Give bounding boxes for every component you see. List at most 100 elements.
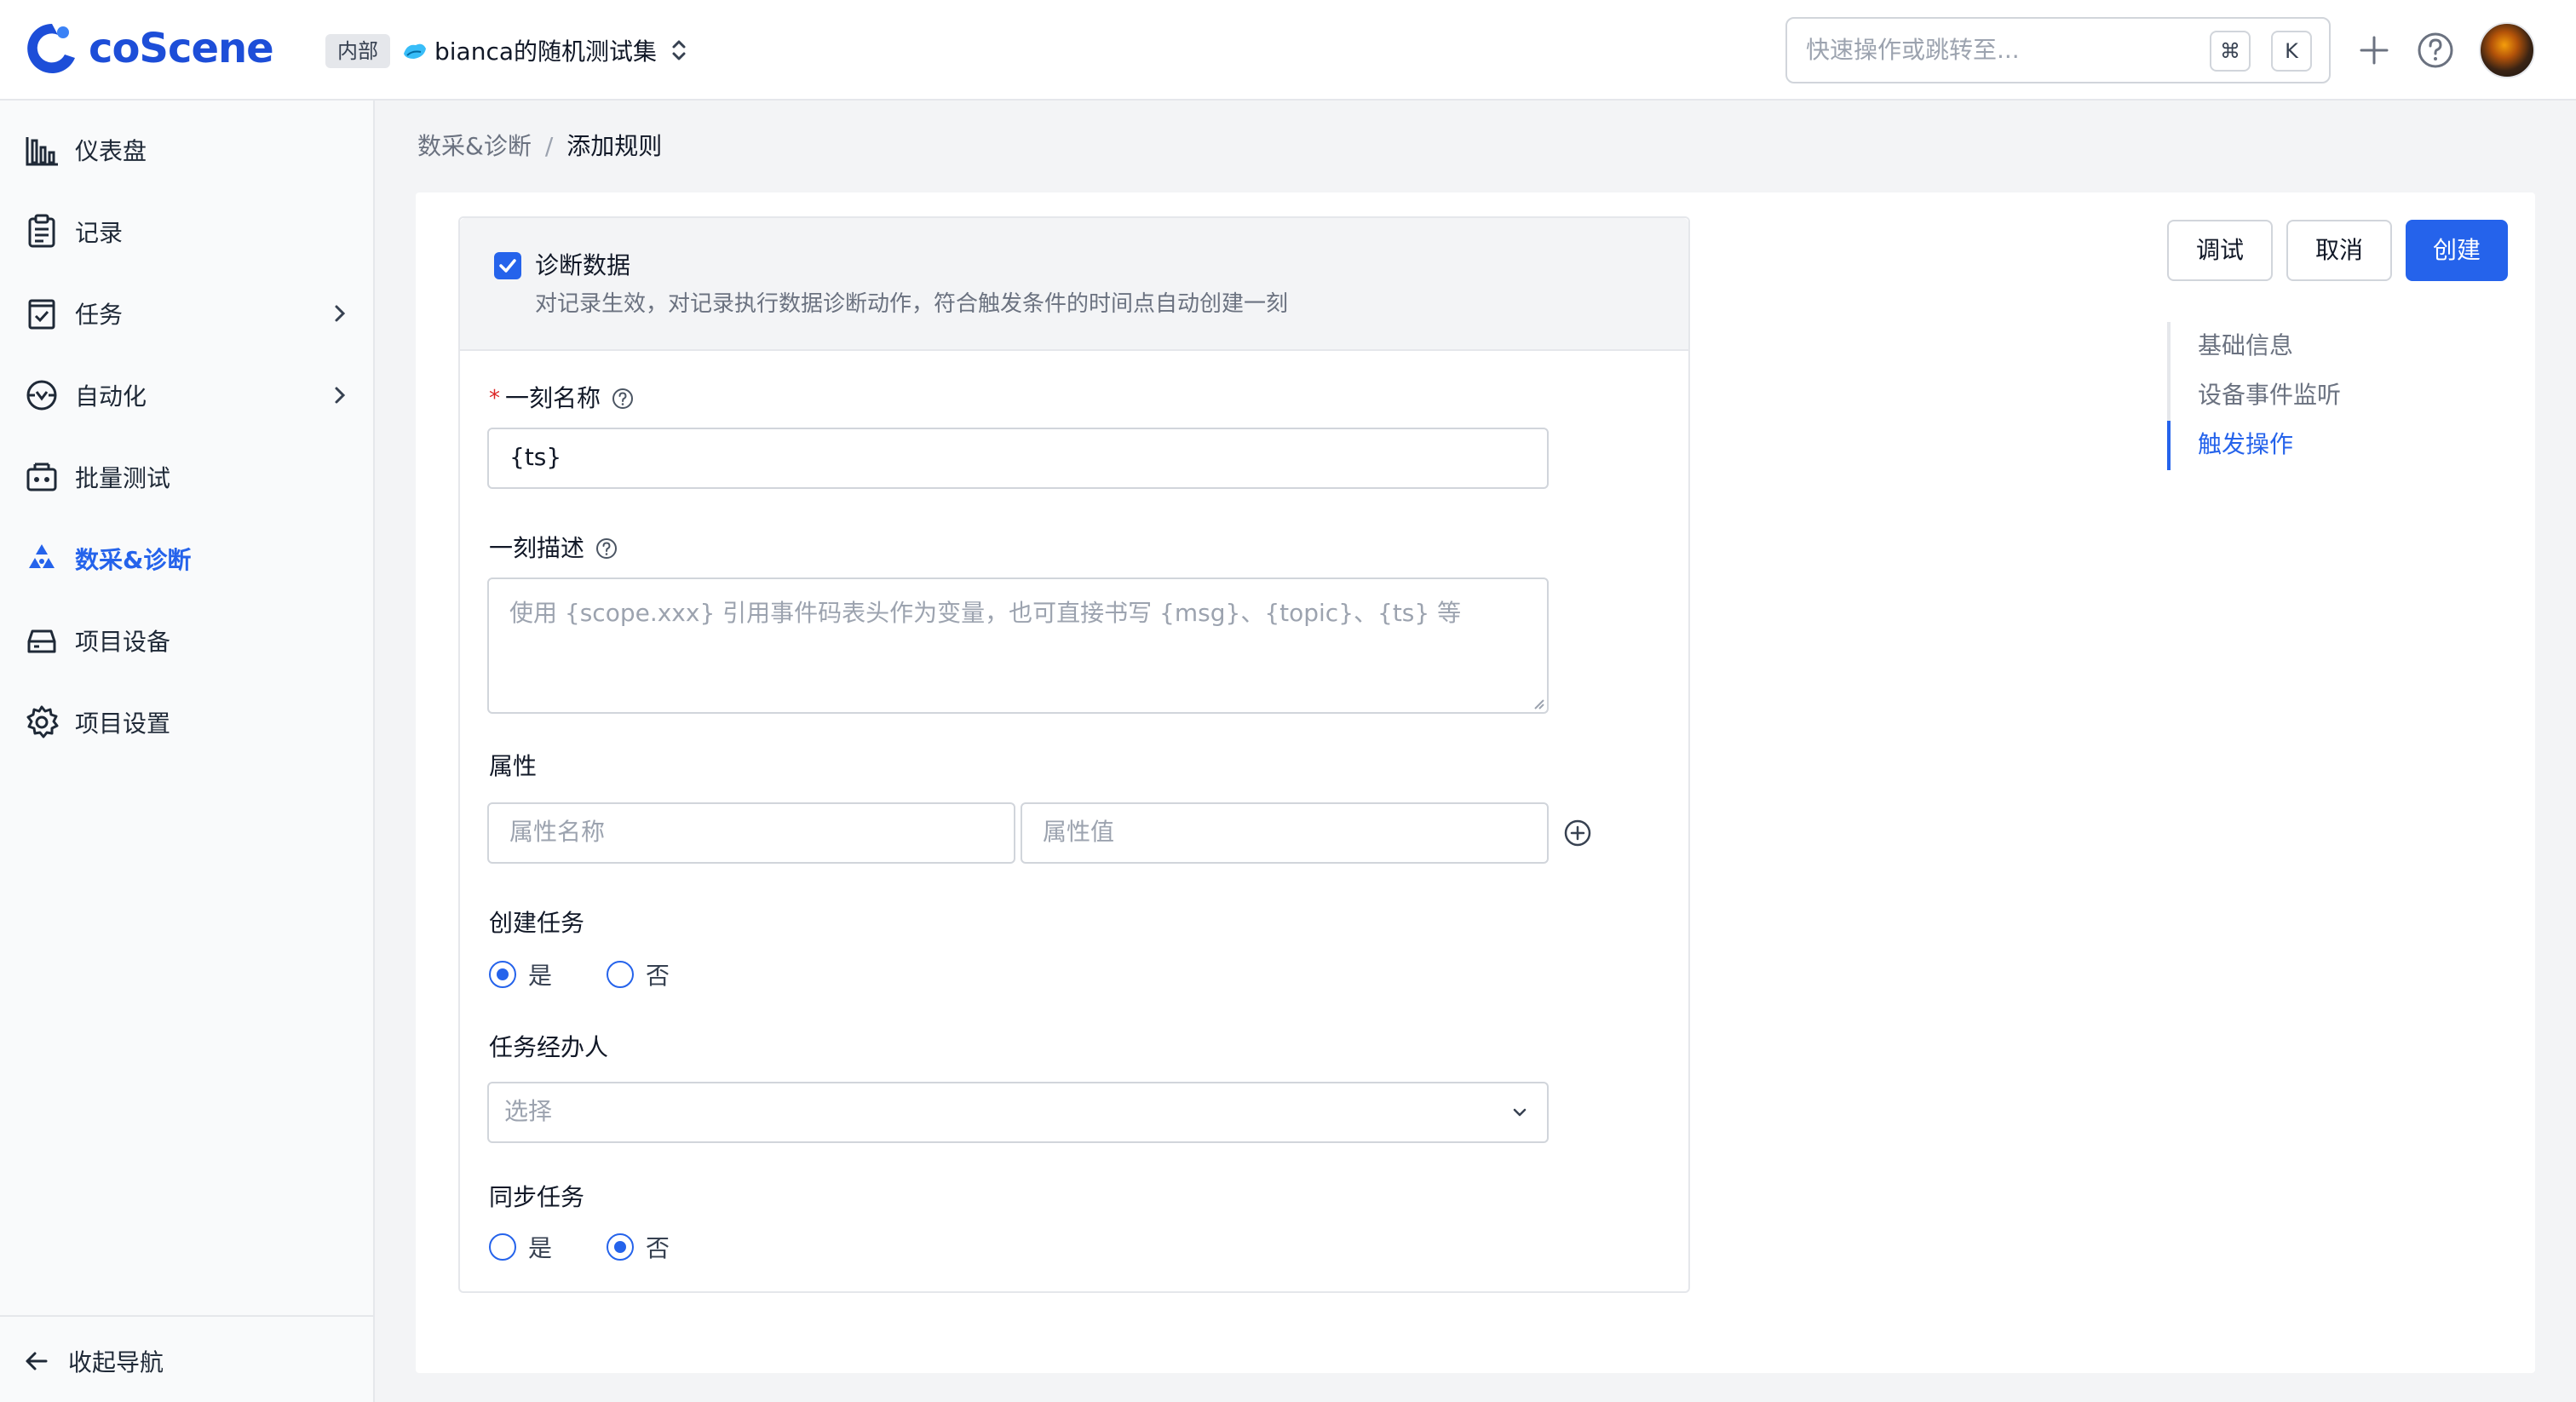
sidebar-item-label: 项目设备 bbox=[75, 628, 171, 656]
moment-name-label-text: 一刻名称 bbox=[505, 384, 601, 412]
create-task-yes-label[interactable]: 是 bbox=[528, 957, 552, 991]
create-task-yes-radio[interactable] bbox=[489, 961, 516, 988]
collapse-nav-button[interactable]: 收起导航 bbox=[0, 1334, 375, 1388]
moment-desc-textarea[interactable]: 使用 {scope.xxx} 引用事件码表头作为变量，也可直接书写 {msg}、… bbox=[487, 577, 1549, 714]
breadcrumb: 数采&诊断 / 添加规则 bbox=[417, 128, 662, 165]
logo-icon bbox=[27, 24, 75, 73]
attributes-label: 属性 bbox=[489, 748, 537, 785]
debug-button[interactable]: 调试 bbox=[2167, 220, 2273, 281]
sidebar-item-label: 记录 bbox=[75, 219, 124, 247]
sync-task-label-text: 同步任务 bbox=[489, 1183, 585, 1211]
panel-description: 对记录生效，对记录执行数据诊断动作，符合触发条件的时间点自动创建一刻 bbox=[535, 291, 1289, 317]
task-icon bbox=[28, 299, 55, 330]
chevron-right-icon bbox=[335, 305, 346, 322]
gear-icon bbox=[26, 705, 59, 738]
sync-task-label: 同步任务 bbox=[489, 1179, 584, 1216]
attribute-name-input[interactable]: 属性名称 bbox=[487, 802, 1015, 864]
help-circle-icon[interactable] bbox=[595, 537, 618, 560]
sidebar-item-label: 数采&诊断 bbox=[75, 546, 192, 574]
panel-header: 诊断数据 对记录生效，对记录执行数据诊断动作，符合触发条件的时间点自动创建一刻 bbox=[460, 218, 1688, 351]
arrow-left-icon bbox=[26, 1352, 48, 1370]
sidebar-item-label: 仪表盘 bbox=[75, 137, 147, 165]
chevron-right-icon bbox=[335, 387, 346, 404]
sidebar-item-tasks[interactable]: 任务 bbox=[0, 279, 375, 348]
add-attribute-icon[interactable] bbox=[1562, 818, 1593, 848]
sync-task-yes-radio[interactable] bbox=[489, 1233, 516, 1261]
plus-icon[interactable] bbox=[2353, 29, 2395, 72]
sync-task-no-label[interactable]: 否 bbox=[646, 1230, 670, 1264]
attribute-value-placeholder: 属性值 bbox=[1043, 818, 1115, 846]
sidebar-item-batch-test[interactable]: 批量测试 bbox=[0, 443, 375, 511]
user-avatar[interactable] bbox=[2479, 22, 2535, 78]
diagnosis-data-panel: 诊断数据 对记录生效，对记录执行数据诊断动作，符合触发条件的时间点自动创建一刻 … bbox=[458, 216, 1690, 1293]
create-task-label: 创建任务 bbox=[489, 905, 584, 942]
attribute-value-input[interactable]: 属性值 bbox=[1021, 802, 1549, 864]
create-task-no-label[interactable]: 否 bbox=[646, 957, 670, 991]
breadcrumb-current: 添加规则 bbox=[566, 132, 663, 160]
workspace-name: bianca的随机测试集 bbox=[434, 37, 658, 66]
sync-task-radio-group: 是 否 bbox=[489, 1228, 724, 1266]
task-assignee-placeholder: 选择 bbox=[504, 1097, 553, 1125]
quick-search-input[interactable]: 快速操作或跳转至... ⌘ K bbox=[1785, 17, 2331, 83]
device-icon bbox=[27, 629, 56, 653]
clipboard-icon bbox=[28, 214, 55, 248]
attributes-label-text: 属性 bbox=[489, 752, 538, 780]
breadcrumb-parent-link[interactable]: 数采&诊断 bbox=[417, 128, 532, 165]
sidebar-item-label: 批量测试 bbox=[75, 464, 171, 492]
sidebar-item-label: 项目设置 bbox=[75, 710, 171, 738]
workspace-badge: 内部 bbox=[325, 34, 390, 68]
task-assignee-label: 任务经办人 bbox=[489, 1029, 608, 1066]
moment-name-input[interactable]: {ts} bbox=[487, 428, 1549, 489]
sidebar-item-settings[interactable]: 项目设置 bbox=[0, 688, 375, 756]
resize-handle-icon[interactable] bbox=[1530, 695, 1545, 710]
bar-chart-icon bbox=[26, 137, 58, 166]
automation-icon bbox=[26, 380, 57, 411]
sidebar-item-diagnosis[interactable]: 数采&诊断 bbox=[0, 525, 375, 593]
sidebar: 仪表盘 记录 任务 自动化 批量测试 数采&诊断 项目设备 项目设置 收起导航 bbox=[0, 101, 375, 1402]
moment-desc-placeholder: 使用 {scope.xxx} 引用事件码表头作为变量，也可直接书写 {msg}、… bbox=[509, 599, 1462, 627]
sidebar-item-records[interactable]: 记录 bbox=[0, 198, 375, 266]
sidebar-item-label: 自动化 bbox=[75, 382, 147, 411]
check-icon bbox=[499, 259, 516, 273]
k-key-badge: K bbox=[2271, 31, 2312, 72]
anchor-trigger-action[interactable]: 触发操作 bbox=[2198, 426, 2293, 463]
diagnosis-icon bbox=[29, 544, 55, 568]
collapse-nav-label: 收起导航 bbox=[68, 1348, 164, 1376]
sidebar-item-dashboard[interactable]: 仪表盘 bbox=[0, 116, 375, 184]
task-assignee-label-text: 任务经办人 bbox=[489, 1033, 609, 1061]
moment-desc-label: 一刻描述 bbox=[489, 530, 618, 567]
brand-name: coScene bbox=[89, 25, 274, 72]
create-task-no-radio[interactable] bbox=[607, 961, 635, 988]
required-mark: * bbox=[489, 386, 500, 411]
sidebar-item-automation[interactable]: 自动化 bbox=[0, 361, 375, 429]
sidebar-item-devices[interactable]: 项目设备 bbox=[0, 606, 375, 675]
project-icon bbox=[404, 43, 426, 59]
help-circle-icon[interactable] bbox=[611, 387, 635, 411]
chevron-up-down-icon bbox=[672, 40, 686, 60]
top-bar: coScene 内部 bianca的随机测试集 快速操作或跳转至... ⌘ K bbox=[0, 0, 2576, 101]
task-assignee-select[interactable]: 选择 bbox=[487, 1082, 1549, 1143]
sync-task-no-radio[interactable] bbox=[607, 1233, 635, 1261]
diagnosis-data-checkbox[interactable] bbox=[494, 252, 521, 279]
command-key-badge: ⌘ bbox=[2210, 31, 2251, 72]
help-circle-icon[interactable] bbox=[2414, 29, 2457, 72]
create-task-label-text: 创建任务 bbox=[489, 909, 585, 937]
moment-desc-label-text: 一刻描述 bbox=[489, 534, 585, 562]
cancel-button[interactable]: 取消 bbox=[2286, 220, 2392, 281]
panel-title: 诊断数据 bbox=[535, 251, 631, 279]
sync-task-yes-label[interactable]: 是 bbox=[528, 1230, 552, 1264]
workspace-switcher[interactable]: bianca的随机测试集 bbox=[402, 29, 691, 72]
breadcrumb-separator: / bbox=[544, 132, 554, 160]
brand-logo[interactable]: coScene bbox=[26, 20, 274, 77]
anchor-basic-info[interactable]: 基础信息 bbox=[2198, 327, 2293, 365]
moment-name-value: {ts} bbox=[509, 443, 562, 471]
sidebar-divider bbox=[0, 1315, 375, 1317]
batch-test-icon bbox=[26, 463, 57, 491]
moment-name-label: * 一刻名称 bbox=[489, 380, 635, 417]
attribute-name-placeholder: 属性名称 bbox=[509, 818, 606, 846]
anchor-device-event-listen[interactable]: 设备事件监听 bbox=[2198, 376, 2341, 414]
search-placeholder: 快速操作或跳转至... bbox=[1806, 36, 2020, 64]
create-button[interactable]: 创建 bbox=[2406, 220, 2508, 281]
anchor-active-indicator bbox=[2167, 421, 2171, 470]
chevron-down-icon bbox=[1513, 1108, 1527, 1117]
